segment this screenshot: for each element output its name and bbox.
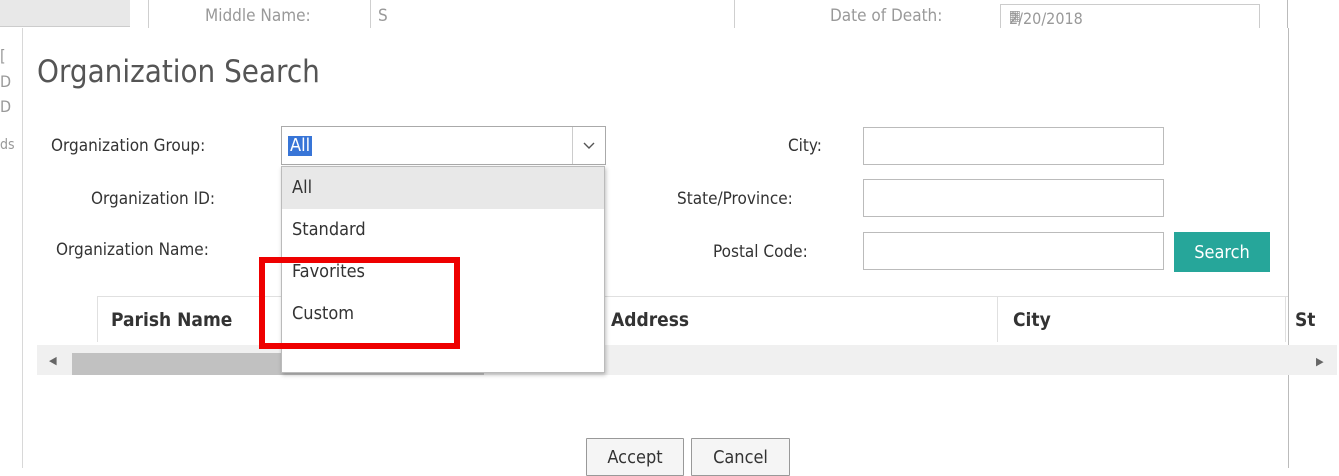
dropdown-option-standard[interactable]: Standard (282, 209, 604, 251)
red-highlight-box (259, 257, 460, 349)
middle-name-label: Middle Name: (205, 6, 311, 26)
org-id-label: Organization ID: (91, 189, 216, 209)
background-button (0, 0, 130, 27)
chevron-down-icon[interactable] (572, 127, 605, 164)
accept-button[interactable]: Accept (586, 438, 684, 476)
postal-code-input[interactable] (863, 232, 1164, 270)
scroll-right-icon[interactable]: ▶ (1316, 355, 1324, 368)
org-name-label: Organization Name: (56, 240, 209, 260)
background-fragment: D (0, 97, 12, 116)
city-label: City: (788, 136, 822, 156)
calendar-icon: ▦ (1009, 8, 1021, 24)
date-of-death-field: 2/20/2018 ▦ (1000, 4, 1260, 30)
column-header-address[interactable]: Address (611, 309, 689, 331)
background-divider (734, 0, 735, 28)
dropdown-option-all[interactable]: All (282, 167, 604, 209)
background-fragment: ds (0, 137, 15, 153)
city-input[interactable] (863, 127, 1164, 165)
column-divider (1285, 296, 1286, 342)
postal-code-label: Postal Code: (713, 242, 808, 262)
org-group-select[interactable]: All (281, 126, 606, 165)
org-group-selected-value: All (288, 135, 313, 156)
background-fragment: D (0, 72, 12, 91)
org-group-label: Organization Group: (51, 136, 206, 156)
organization-search-dialog: Organization Search Organization Group: … (22, 28, 1337, 476)
dialog-title: Organization Search (37, 54, 320, 90)
search-button[interactable]: Search (1174, 232, 1270, 272)
scroll-left-icon[interactable]: ◀ (49, 354, 57, 367)
column-divider (997, 296, 998, 342)
column-header-state[interactable]: St (1295, 309, 1315, 331)
date-of-death-label: Date of Death: (830, 6, 943, 26)
state-province-input[interactable] (863, 179, 1164, 217)
cancel-button[interactable]: Cancel (691, 438, 790, 476)
middle-name-value: S (378, 6, 388, 26)
column-header-city[interactable]: City (1013, 309, 1051, 331)
background-divider (148, 0, 149, 28)
background-divider (370, 0, 371, 28)
column-divider (97, 296, 98, 342)
background-fragment: [ (0, 46, 6, 65)
state-province-label: State/Province: (677, 189, 793, 209)
column-header-parish-name[interactable]: Parish Name (111, 309, 232, 331)
horizontal-scrollbar[interactable]: ◀ (37, 345, 1337, 375)
